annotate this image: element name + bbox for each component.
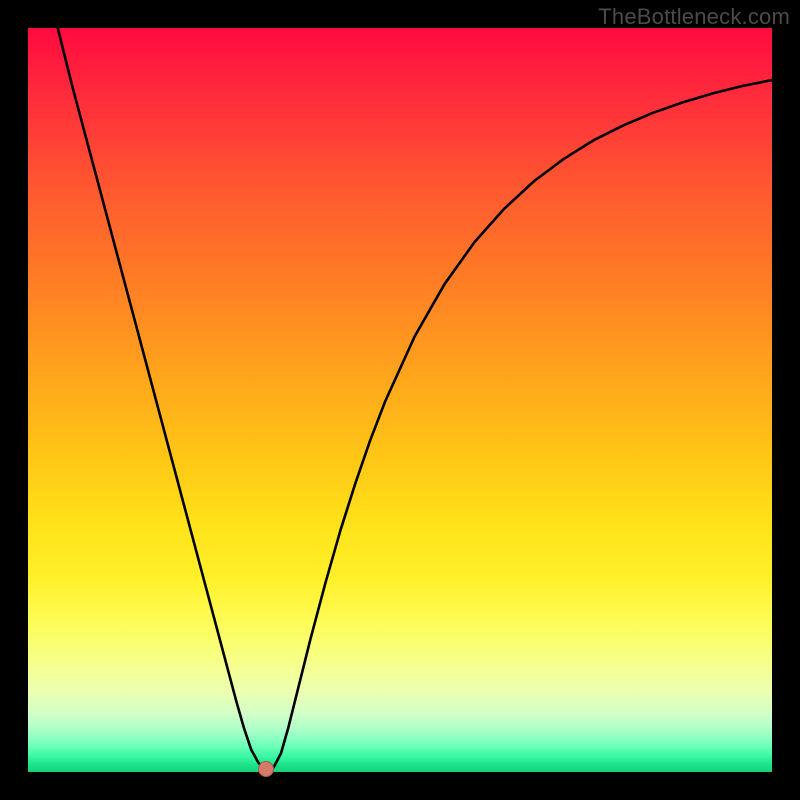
chart-frame: TheBottleneck.com — [0, 0, 800, 800]
curve-svg — [28, 28, 772, 772]
watermark-text: TheBottleneck.com — [598, 4, 790, 30]
bottleneck-curve — [58, 28, 772, 770]
optimum-marker — [258, 761, 274, 777]
